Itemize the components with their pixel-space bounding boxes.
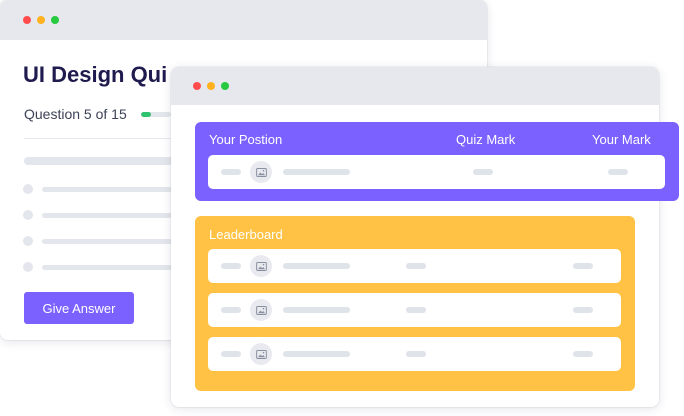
question-text-placeholder <box>24 157 174 165</box>
rank-placeholder <box>221 263 241 269</box>
minimize-window-dot[interactable] <box>207 82 215 90</box>
name-placeholder <box>283 169 350 175</box>
name-placeholder <box>283 307 350 313</box>
answer-option-radio[interactable] <box>23 262 33 272</box>
question-progress-bar <box>141 112 171 117</box>
name-placeholder <box>283 351 350 357</box>
quiz-title: UI Design Qui <box>23 62 168 87</box>
score-placeholder <box>573 263 593 269</box>
image-icon <box>255 305 267 315</box>
your-mark-header: Your Mark <box>592 132 651 147</box>
give-answer-button[interactable]: Give Answer <box>24 292 134 324</box>
score-placeholder <box>573 351 593 357</box>
leaderboard-row[interactable] <box>208 337 621 371</box>
minimize-window-dot[interactable] <box>37 16 45 24</box>
answer-option-placeholder <box>42 239 172 244</box>
quiz-mark-placeholder <box>406 263 426 269</box>
results-window-titlebar <box>171 67 659 105</box>
quiz-mark-placeholder <box>406 307 426 313</box>
score-placeholder <box>573 307 593 313</box>
question-progress-fill <box>141 112 151 117</box>
leaderboard-row[interactable] <box>208 293 621 327</box>
name-placeholder <box>283 263 350 269</box>
answer-option-radio[interactable] <box>23 184 33 194</box>
leaderboard-row[interactable] <box>208 249 621 283</box>
avatar <box>250 343 272 365</box>
your-position-panel: Your Postion Quiz Mark Your Mark <box>195 122 679 201</box>
question-counter: Question 5 of 15 <box>24 106 127 122</box>
your-position-header: Your Postion <box>209 132 283 147</box>
divider <box>24 138 174 139</box>
avatar <box>250 255 272 277</box>
your-position-row[interactable] <box>208 155 665 189</box>
answer-option-placeholder <box>42 213 172 218</box>
answer-option-placeholder <box>42 265 172 270</box>
quiz-window-titlebar <box>0 0 487 40</box>
quiz-mark-placeholder <box>473 169 493 175</box>
close-window-dot[interactable] <box>23 16 31 24</box>
answer-option-placeholder <box>42 187 172 192</box>
answer-option-radio[interactable] <box>23 210 33 220</box>
answer-option-radio[interactable] <box>23 236 33 246</box>
maximize-window-dot[interactable] <box>51 16 59 24</box>
leaderboard-panel: Leaderboard <box>195 216 635 391</box>
rank-placeholder <box>221 351 241 357</box>
image-icon <box>255 261 267 271</box>
rank-placeholder <box>221 307 241 313</box>
image-icon <box>255 349 267 359</box>
rank-placeholder <box>221 169 241 175</box>
avatar <box>250 161 272 183</box>
leaderboard-title: Leaderboard <box>209 227 283 242</box>
your-mark-placeholder <box>608 169 628 175</box>
image-icon <box>255 167 267 177</box>
avatar <box>250 299 272 321</box>
quiz-mark-header: Quiz Mark <box>456 132 516 147</box>
maximize-window-dot[interactable] <box>221 82 229 90</box>
close-window-dot[interactable] <box>193 82 201 90</box>
quiz-mark-placeholder <box>406 351 426 357</box>
